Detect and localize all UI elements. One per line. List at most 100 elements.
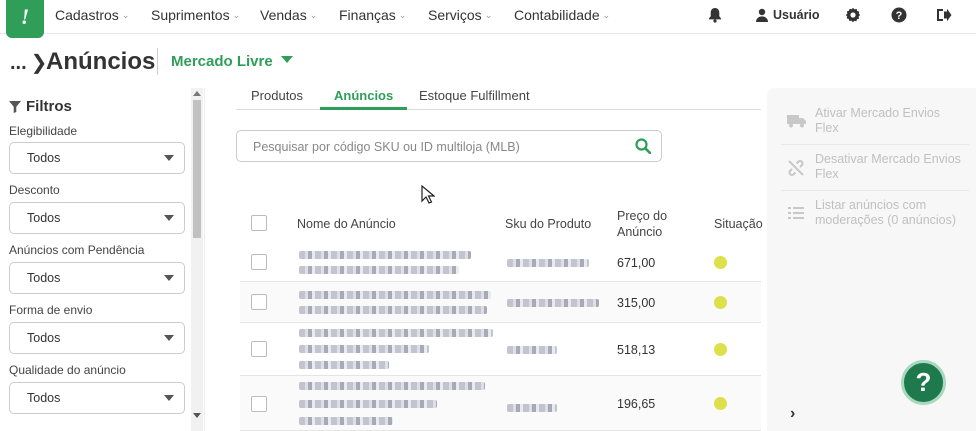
tab-anuncios[interactable]: Anúncios	[320, 88, 408, 110]
row-checkbox[interactable]	[251, 294, 267, 310]
select-value: Todos	[27, 271, 61, 285]
table-header: Nome do Anúncio Sku do Produto Preço do …	[240, 205, 763, 241]
help-chat-button[interactable]: ?	[901, 360, 946, 405]
col-header-name: Nome do Anúncio	[297, 217, 396, 231]
bell-icon	[705, 5, 725, 25]
chevron-down-icon: ⌄	[484, 9, 493, 20]
action-ativar-flex[interactable]: Ativar Mercado Envios Flex	[785, 106, 965, 138]
caret-down-icon	[164, 335, 174, 341]
divider	[781, 190, 969, 191]
user-menu[interactable]: Usuário	[752, 0, 820, 30]
listing-name-redacted	[299, 382, 485, 390]
menu-label: Cadastros	[55, 7, 119, 23]
scroll-down-icon[interactable]	[193, 413, 201, 418]
filters-sidebar: Filtros Elegibilidade Todos Desconto Tod…	[0, 88, 205, 431]
filter-select-desconto[interactable]: Todos	[9, 202, 185, 234]
filters-title: Filtros	[26, 98, 72, 115]
sku-redacted	[507, 404, 557, 412]
menu-label: Finanças	[339, 7, 396, 23]
filter-select-forma-envio[interactable]: Todos	[9, 322, 185, 354]
chevron-down-icon: ⌄	[602, 9, 611, 20]
truck-icon	[787, 115, 806, 128]
sku-redacted	[507, 346, 557, 354]
caret-down-icon	[164, 395, 174, 401]
listing-name-redacted	[299, 345, 429, 353]
action-label: Desativar Mercado Envios Flex	[815, 152, 961, 181]
status-indicator	[714, 256, 727, 269]
listing-name-redacted	[299, 400, 437, 408]
menu-label: Serviços	[428, 7, 482, 23]
sidebar-scrollbar-thumb[interactable]	[193, 100, 201, 238]
filter-label-elegibilidade: Elegibilidade	[9, 124, 78, 138]
table-row[interactable]: 518,13	[240, 323, 761, 376]
search-icon[interactable]	[635, 138, 651, 154]
table-row[interactable]: 671,00	[240, 243, 761, 282]
filters-header: Filtros	[9, 98, 72, 115]
chevron-down-icon: ⌄	[398, 9, 407, 20]
filter-select-pendencia[interactable]: Todos	[9, 262, 185, 294]
app-logo[interactable]: !	[6, 0, 44, 38]
user-label: Usuário	[773, 8, 820, 22]
menu-cadastros[interactable]: Cadastros ⌄	[55, 7, 129, 23]
filter-select-qualidade[interactable]: Todos	[9, 382, 185, 414]
chevron-down-icon: ⌄	[121, 9, 130, 20]
top-navbar: ! Cadastros ⌄ Suprimentos ⌄ Vendas ⌄ Finanç…	[0, 0, 976, 38]
mouse-cursor-icon	[421, 185, 435, 204]
table-row[interactable]: 315,00	[240, 282, 761, 323]
chevron-right-icon: ❯	[30, 52, 48, 74]
tab-produtos[interactable]: Produtos	[251, 88, 303, 110]
page-title: Anúncios	[46, 48, 156, 75]
status-indicator	[714, 343, 727, 356]
col-header-sku: Sku do Produto	[505, 217, 592, 231]
action-desativar-flex[interactable]: Desativar Mercado Envios Flex	[785, 152, 965, 184]
chevron-down-icon: ⌄	[232, 9, 241, 20]
row-checkbox[interactable]	[251, 396, 267, 412]
help-button[interactable]: ?	[889, 0, 909, 30]
filter-label-qualidade: Qualidade do anúncio	[9, 363, 126, 377]
listing-price: 518,13	[617, 343, 656, 357]
tab-estoque-fulfillment[interactable]: Estoque Fulfillment	[419, 88, 530, 110]
chevron-right-icon[interactable]: ›	[790, 405, 795, 423]
caret-down-icon[interactable]	[281, 56, 293, 63]
action-listar-moderacoes[interactable]: Listar anúncios com moderações (0 anúnci…	[785, 198, 965, 230]
tab-bar: Produtos Anúncios Estoque Fulfillment	[236, 88, 761, 110]
scroll-up-icon[interactable]	[193, 91, 201, 96]
filter-select-elegibilidade[interactable]: Todos	[9, 142, 185, 174]
filter-icon	[9, 100, 21, 113]
settings-button[interactable]	[843, 0, 863, 30]
logout-button[interactable]	[934, 0, 954, 30]
no-link-icon	[788, 160, 804, 176]
menu-label: Suprimentos	[151, 7, 230, 23]
listing-name-redacted	[299, 291, 491, 299]
store-selector[interactable]: Mercado Livre	[171, 53, 273, 70]
svg-text:?: ?	[896, 10, 903, 22]
menu-label: Contabilidade	[514, 7, 600, 23]
menu-financas[interactable]: Finanças ⌄	[339, 7, 406, 23]
sku-redacted	[507, 299, 599, 307]
gear-icon	[843, 5, 863, 25]
menu-contabilidade[interactable]: Contabilidade ⌄	[514, 7, 610, 23]
menu-label: Vendas	[260, 7, 307, 23]
breadcrumb-back[interactable]: ... ❯	[10, 50, 47, 75]
col-header-status: Situação	[714, 217, 763, 231]
listing-name-redacted	[299, 361, 389, 369]
listing-name-redacted	[299, 306, 487, 314]
row-checkbox[interactable]	[251, 341, 267, 357]
search-input[interactable]	[253, 137, 623, 157]
listing-name-redacted	[299, 266, 459, 274]
col-header-price-line1: Preço do	[617, 209, 668, 223]
row-checkbox[interactable]	[251, 254, 267, 270]
select-value: Todos	[27, 391, 61, 405]
col-header-price-line2: Anúncio	[617, 225, 663, 239]
header-divider	[157, 48, 158, 75]
notifications-button[interactable]	[705, 0, 725, 30]
select-all-checkbox[interactable]	[251, 215, 267, 231]
status-indicator	[714, 397, 727, 410]
status-indicator	[714, 296, 727, 309]
listing-price: 315,00	[617, 296, 656, 310]
table-row[interactable]: 196,65	[240, 376, 761, 431]
question-circle-icon: ?	[889, 5, 909, 25]
menu-servicos[interactable]: Serviços ⌄	[428, 7, 492, 23]
menu-suprimentos[interactable]: Suprimentos ⌄	[151, 7, 240, 23]
menu-vendas[interactable]: Vendas ⌄	[260, 7, 317, 23]
